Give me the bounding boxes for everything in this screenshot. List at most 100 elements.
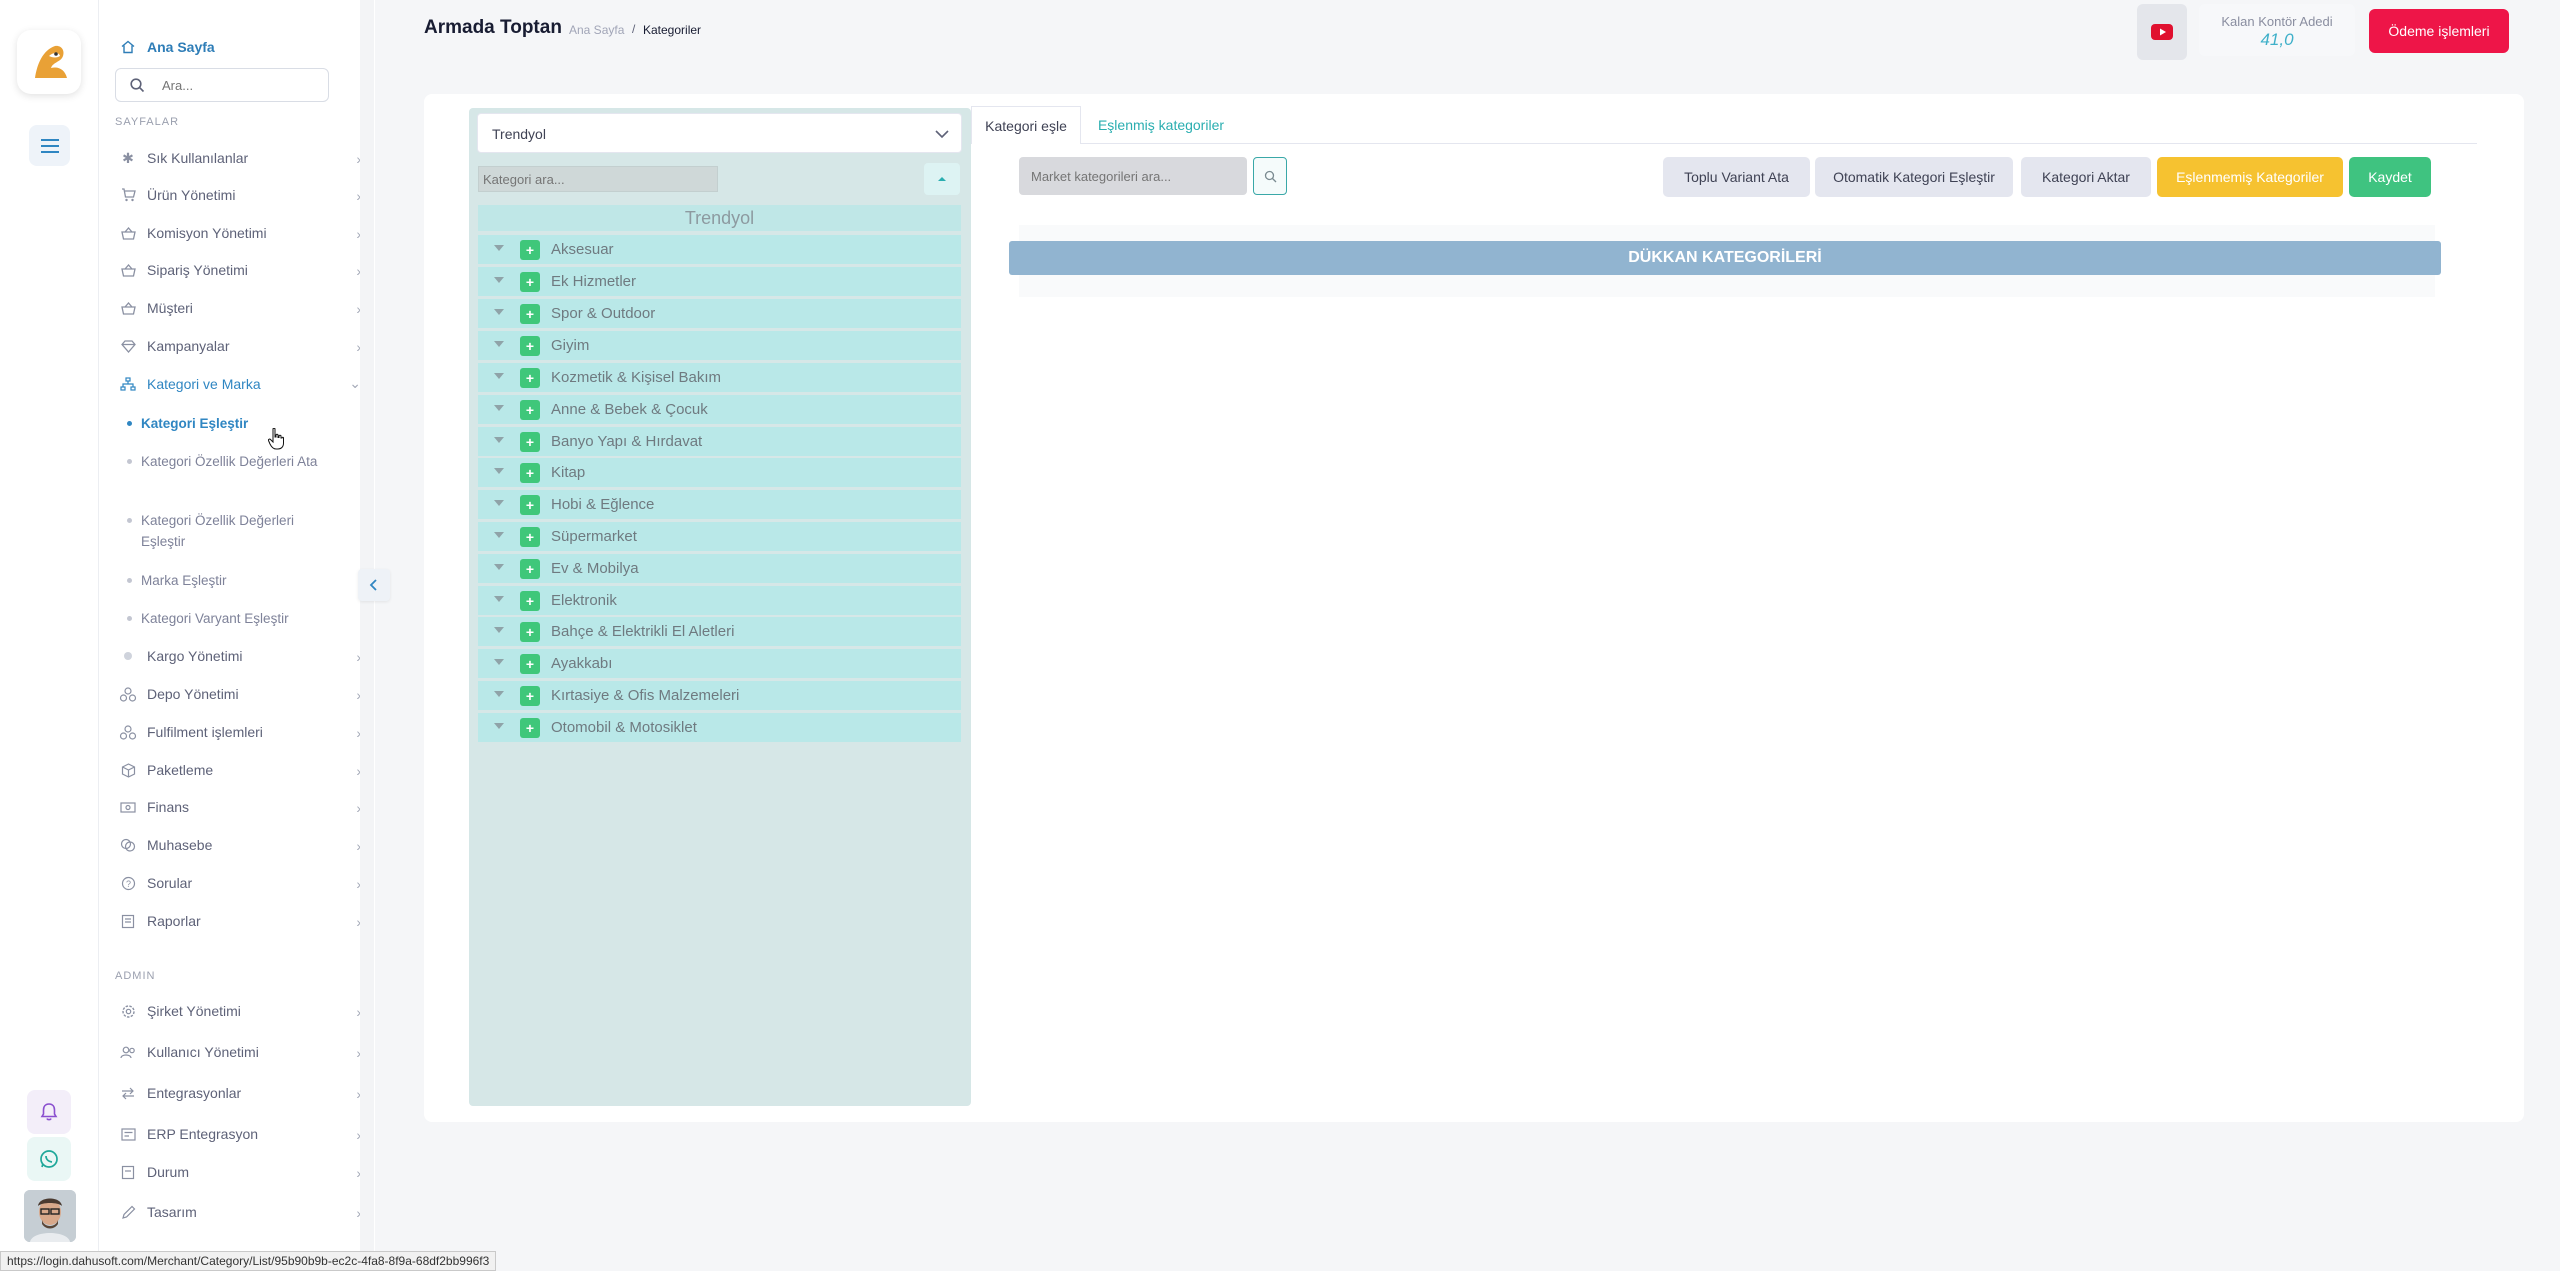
sidebar-item-warehouse[interactable]: Depo Yönetimi › (117, 677, 365, 711)
menu-toggle-button[interactable] (29, 125, 70, 166)
sidebar-item-accounting[interactable]: Muhasebe › (117, 828, 365, 862)
sidebar-item-cargo[interactable]: Kargo Yönetimi › (117, 639, 365, 673)
tree-row[interactable]: + Kozmetik & Kişisel Bakım (478, 363, 961, 392)
subitem-category-match[interactable]: Kategori Eşleştir (127, 413, 321, 434)
tree-row[interactable]: + Anne & Bebek & Çocuk (478, 395, 961, 424)
payment-button[interactable]: Ödeme işlemleri (2369, 9, 2509, 53)
caret-down-icon[interactable] (494, 277, 504, 283)
sidebar-item-category-brand[interactable]: Kategori ve Marka ⌄ (117, 367, 365, 401)
add-icon[interactable]: + (520, 718, 540, 738)
sidebar-item-orders[interactable]: Sipariş Yönetimi › (117, 253, 365, 287)
tree-row[interactable]: + Süpermarket (478, 522, 961, 551)
bulk-variant-button[interactable]: Toplu Variant Ata (1663, 157, 1810, 197)
sidebar-item-design[interactable]: Tasarım › (117, 1195, 365, 1229)
add-icon[interactable]: + (520, 622, 540, 642)
tree-row[interactable]: + Ek Hizmetler (478, 267, 961, 296)
add-icon[interactable]: + (520, 240, 540, 260)
tab-category-match[interactable]: Kategori eşle (971, 106, 1081, 144)
sidebar-item-packaging[interactable]: Paketleme › (117, 753, 365, 787)
sidebar-item-integrations[interactable]: Entegrasyonlar › (117, 1076, 365, 1110)
category-search-input[interactable] (478, 166, 718, 192)
add-icon[interactable]: + (520, 527, 540, 547)
tree-row[interactable]: + Spor & Outdoor (478, 299, 961, 328)
caret-down-icon[interactable] (494, 500, 504, 506)
auto-match-button[interactable]: Otomatik Kategori Eşleştir (1815, 157, 2013, 197)
add-icon[interactable]: + (520, 336, 540, 356)
add-icon[interactable]: + (520, 304, 540, 324)
tab-matched-categories[interactable]: Eşlenmiş kategoriler (1086, 106, 1236, 144)
sidebar-item-products[interactable]: Ürün Yönetimi › (117, 178, 365, 212)
market-category-search-input[interactable] (1019, 157, 1247, 195)
caret-down-icon[interactable] (494, 341, 504, 347)
collapse-tree-button[interactable] (924, 163, 960, 195)
tree-row-label: Süpermarket (551, 528, 637, 545)
sidebar-search-input[interactable] (160, 73, 322, 98)
sidebar-item-erp[interactable]: ERP Entegrasyon › (117, 1117, 365, 1151)
caret-down-icon[interactable] (494, 468, 504, 474)
caret-down-icon[interactable] (494, 659, 504, 665)
category-transfer-button[interactable]: Kategori Aktar (2021, 157, 2151, 197)
sidebar-scrollbar[interactable] (360, 0, 374, 1271)
caret-down-icon[interactable] (494, 627, 504, 633)
caret-down-icon[interactable] (494, 245, 504, 251)
add-icon[interactable]: + (520, 495, 540, 515)
sidebar-item-users[interactable]: Kullanıcı Yönetimi › (117, 1035, 365, 1069)
sidebar-item-status[interactable]: Durum › (117, 1155, 365, 1189)
tree-row[interactable]: + Otomobil & Motosiklet (478, 713, 961, 742)
caret-down-icon[interactable] (494, 437, 504, 443)
sidebar-item-favorites[interactable]: ✱ Sık Kullanılanlar › (117, 141, 365, 175)
sidebar-search[interactable] (115, 68, 329, 102)
tree-row[interactable]: + Hobi & Eğlence (478, 490, 961, 519)
tree-row[interactable]: + Banyo Yapı & Hırdavat (478, 427, 961, 456)
add-icon[interactable]: + (520, 432, 540, 452)
sidebar-item-fulfilment[interactable]: Fulfilment işlemleri › (117, 715, 365, 749)
market-select[interactable]: Trendyol (477, 113, 962, 153)
caret-down-icon[interactable] (494, 723, 504, 729)
sidebar-collapse-button[interactable] (358, 569, 390, 601)
tree-row[interactable]: + Bahçe & Elektrikli El Aletleri (478, 617, 961, 646)
save-button[interactable]: Kaydet (2349, 157, 2431, 197)
sidebar-item-company[interactable]: Şirket Yönetimi › (117, 994, 365, 1028)
caret-down-icon[interactable] (494, 405, 504, 411)
app-logo[interactable] (17, 30, 81, 94)
subitem-category-attr-match[interactable]: Kategori Özellik Değerleri Eşleştir (127, 510, 321, 552)
add-icon[interactable]: + (520, 272, 540, 292)
caret-down-icon[interactable] (494, 691, 504, 697)
add-icon[interactable]: + (520, 368, 540, 388)
sidebar-item-questions[interactable]: ? Sorular › (117, 866, 365, 900)
add-icon[interactable]: + (520, 559, 540, 579)
tree-row[interactable]: + Aksesuar (478, 235, 961, 264)
tree-row[interactable]: + Ev & Mobilya (478, 554, 961, 583)
tree-row[interactable]: + Kitap (478, 458, 961, 487)
caret-down-icon[interactable] (494, 564, 504, 570)
sidebar-item-campaigns[interactable]: Kampanyalar › (117, 329, 365, 363)
sidebar-item-reports[interactable]: Raporlar › (117, 904, 365, 938)
tree-row[interactable]: + Ayakkabı (478, 649, 961, 678)
youtube-button[interactable] (2137, 4, 2187, 60)
add-icon[interactable]: + (520, 463, 540, 483)
caret-down-icon[interactable] (494, 373, 504, 379)
sidebar-item-home[interactable]: Ana Sayfa (117, 30, 365, 64)
sidebar-item-customer[interactable]: Müşteri › (117, 291, 365, 325)
breadcrumb-home[interactable]: Ana Sayfa (569, 23, 624, 37)
caret-down-icon[interactable] (494, 532, 504, 538)
whatsapp-button[interactable] (27, 1137, 71, 1181)
notifications-button[interactable] (27, 1090, 71, 1134)
caret-down-icon[interactable] (494, 596, 504, 602)
subitem-variant-match[interactable]: Kategori Varyant Eşleştir (127, 608, 321, 629)
tree-row[interactable]: + Kırtasiye & Ofis Malzemeleri (478, 681, 961, 710)
caret-down-icon[interactable] (494, 309, 504, 315)
add-icon[interactable]: + (520, 400, 540, 420)
add-icon[interactable]: + (520, 591, 540, 611)
market-search-button[interactable] (1253, 157, 1287, 195)
user-avatar[interactable] (24, 1190, 76, 1242)
sidebar-item-commission[interactable]: Komisyon Yönetimi › (117, 216, 365, 250)
subitem-category-attr-assign[interactable]: Kategori Özellik Değerleri Ata (127, 451, 321, 472)
sidebar-item-finance[interactable]: Finans › (117, 790, 365, 824)
add-icon[interactable]: + (520, 686, 540, 706)
subitem-brand-match[interactable]: Marka Eşleştir (127, 570, 321, 591)
tree-row[interactable]: + Elektronik (478, 586, 961, 615)
tree-row[interactable]: + Giyim (478, 331, 961, 360)
add-icon[interactable]: + (520, 654, 540, 674)
unmatched-categories-button[interactable]: Eşlenmemiş Kategoriler (2157, 157, 2343, 197)
